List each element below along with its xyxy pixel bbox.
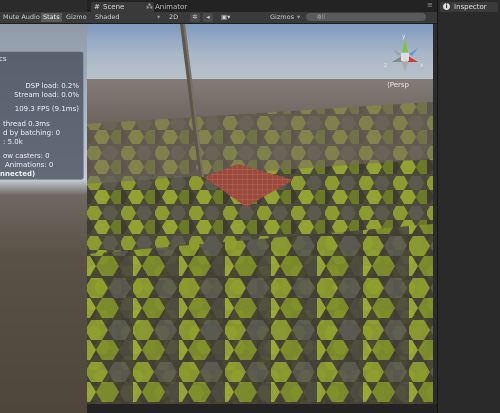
gizmos-dropdown-arrow-icon[interactable]: ▾ — [297, 13, 300, 22]
gizmos-dropdown[interactable]: Gizmos — [270, 13, 294, 22]
gizmo-y-label: y — [402, 33, 406, 40]
tab-inspector-label: Inspector — [454, 3, 487, 11]
scene-bottom-bar — [87, 404, 437, 413]
gizmo-x-label: x — [420, 62, 424, 69]
stats-button[interactable]: Stats — [41, 13, 62, 22]
orientation-gizmo[interactable]: y x z — [382, 33, 428, 80]
tab-inspector[interactable]: i Inspector — [440, 2, 498, 12]
scene-render — [87, 24, 433, 404]
audio-toggle-icon[interactable]: ◂ — [203, 13, 213, 22]
stat-stream-load: Stream load: 0.0% — [14, 91, 79, 99]
stat-fps: 109.3 FPS (9.1ms) — [14, 105, 79, 113]
scene-toolbar: Shaded ▾ 2D ✲ ◂ ▣▾ Gizmos ▾ ⚲ All — [87, 12, 437, 24]
inspector-panel: i Inspector — [437, 0, 500, 413]
info-icon: i — [443, 3, 450, 10]
effects-dropdown-icon[interactable]: ▣▾ — [221, 13, 235, 22]
scene-search-input[interactable]: ⚲ All — [306, 13, 426, 21]
game-toolbar: Mute Audio Stats Gizmo — [0, 12, 87, 24]
scene-view[interactable]: y x z ⟨Persp — [87, 24, 433, 404]
game-panel: Mute Audio Stats Gizmo cs DSP load: 0.2%… — [0, 0, 87, 413]
tab-animator[interactable]: ⁂ Animator — [143, 2, 208, 12]
shading-mode-dropdown[interactable]: Shaded — [95, 13, 119, 22]
game-view[interactable]: cs DSP load: 0.2% Stream load: 0.0% 109.… — [0, 24, 87, 413]
stat-dsp-load: DSP load: 0.2% — [25, 82, 79, 90]
tab-animator-label: Animator — [155, 3, 188, 11]
animator-icon: ⁂ — [146, 3, 153, 11]
projection-label: Persp — [389, 81, 409, 89]
scene-tab-bar: # Scene ⁂ Animator ≡ — [87, 0, 437, 12]
gizmo-z-label: z — [384, 62, 388, 69]
stat-connected: nnected) — [0, 170, 36, 178]
panel-menu-icon[interactable]: ≡ — [427, 1, 433, 9]
tab-scene-label: Scene — [103, 3, 125, 11]
projection-toggle[interactable]: ⟨Persp — [387, 81, 409, 89]
scene-search-placeholder: All — [317, 13, 326, 21]
2d-toggle-button[interactable]: 2D — [169, 13, 181, 22]
stat-shadow-casters: ow casters: 0 — [3, 152, 50, 160]
game-gizmos-button[interactable]: Gizmo — [64, 13, 89, 22]
stat-animations: Animations: 0 — [5, 161, 54, 169]
shading-dropdown-arrow-icon[interactable]: ▾ — [157, 13, 160, 22]
mute-audio-button[interactable]: Mute Audio — [1, 13, 42, 22]
lighting-toggle-icon[interactable]: ✲ — [190, 13, 200, 22]
stat-tris: : 5.0k — [3, 138, 23, 146]
scene-grid-icon: # — [94, 3, 100, 11]
stats-overlay: cs DSP load: 0.2% Stream load: 0.0% 109.… — [0, 51, 84, 180]
stats-header: cs — [0, 55, 7, 63]
stat-batching: d by batching: 0 — [3, 129, 61, 137]
stat-thread: thread 0.3ms — [3, 120, 50, 128]
